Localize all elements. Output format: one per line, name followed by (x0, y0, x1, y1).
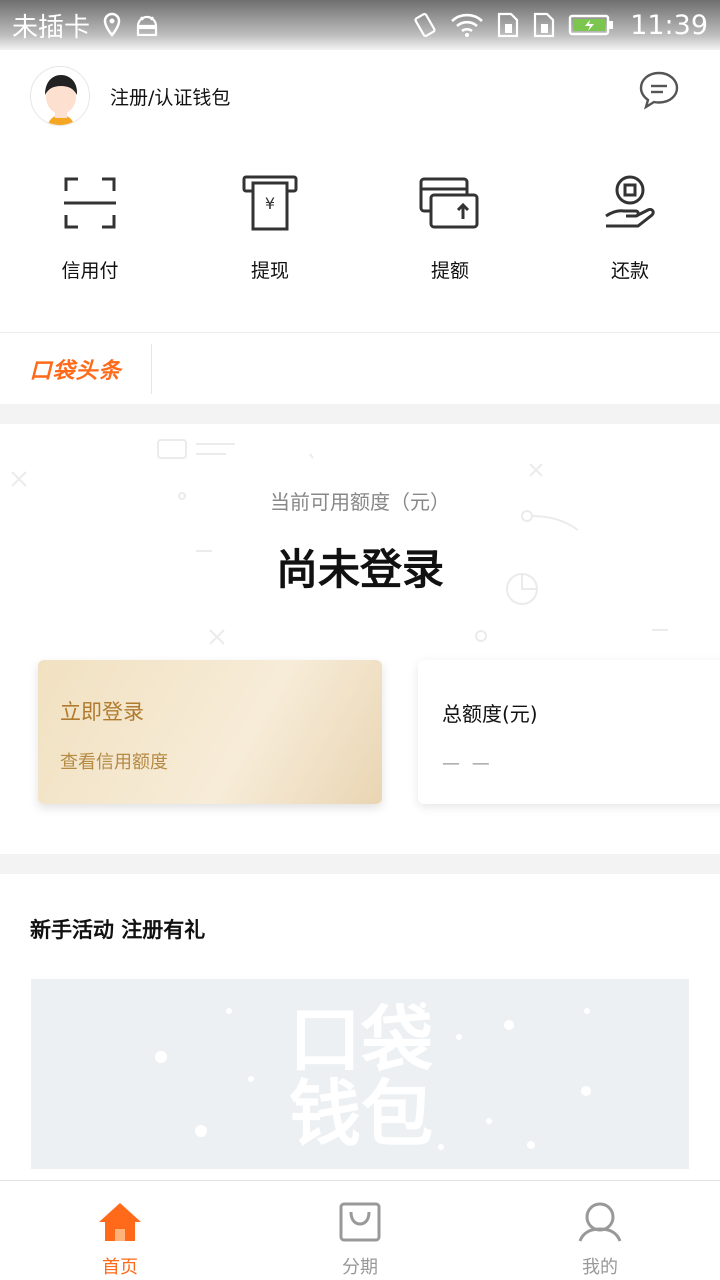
activity-banner[interactable]: 口袋 钱包 (31, 979, 689, 1169)
tab-mine[interactable]: 我的 (480, 1181, 720, 1280)
available-credit-value: 尚未登录 (275, 545, 444, 594)
news-logo: 口袋头条 (0, 343, 152, 394)
login-card[interactable]: 立即登录 查看信用额度 (38, 660, 382, 804)
shopping-bag-icon (338, 1201, 382, 1247)
repay-coin-hand-icon (602, 172, 658, 234)
quick-actions: 信用付 ¥ 提现 提额 还款 (0, 172, 720, 312)
login-subtitle: 查看信用额度 (60, 752, 168, 773)
activity-section: 新手活动 注册有礼 口袋 钱包 (0, 874, 720, 1180)
action-credit-pay[interactable]: 信用付 (0, 172, 180, 312)
scan-icon (62, 172, 118, 234)
total-credit-card[interactable]: 总额度(元) — — (418, 660, 720, 804)
message-icon[interactable] (638, 70, 680, 114)
svg-text:¥: ¥ (265, 194, 275, 213)
banner-watermark-line1: 口袋 (289, 998, 433, 1082)
action-withdraw[interactable]: ¥ 提现 (180, 172, 360, 312)
raise-limit-card-icon (419, 172, 481, 234)
tab-home[interactable]: 首页 (0, 1181, 240, 1280)
activity-title: 新手活动 注册有礼 (30, 918, 206, 942)
action-label: 信用付 (61, 260, 119, 282)
android-icon (134, 12, 160, 38)
action-label: 提现 (250, 260, 289, 282)
tab-label: 我的 (582, 1257, 618, 1278)
section-divider (0, 854, 720, 874)
register-wallet-link[interactable]: 注册/认证钱包 (110, 83, 230, 110)
bottom-tab-bar: 首页 分期 我的 (0, 1180, 720, 1280)
available-credit-label: 当前可用额度（元） (270, 490, 450, 514)
action-repay[interactable]: 还款 (540, 172, 720, 312)
action-raise-limit[interactable]: 提额 (360, 172, 540, 312)
total-credit-title: 总额度(元) (442, 702, 538, 726)
sim-card-2-icon (532, 12, 556, 38)
news-bar[interactable]: 口袋头条 (0, 332, 720, 404)
tab-label: 分期 (342, 1257, 378, 1278)
carrier-label: 未插卡 (12, 12, 91, 43)
home-icon (97, 1201, 143, 1247)
sim-card-1-icon (496, 12, 520, 38)
banner-watermark: 口袋 钱包 (155, 998, 591, 1156)
credit-section: 当前可用额度（元） 尚未登录 立即登录 查看信用额度 总额度(元) — — (0, 424, 720, 854)
tab-label: 首页 (102, 1257, 138, 1278)
user-icon (578, 1201, 622, 1247)
atm-cash-icon: ¥ (242, 172, 298, 234)
login-title: 立即登录 (60, 700, 144, 724)
action-label: 还款 (610, 260, 649, 282)
avatar[interactable] (30, 66, 90, 126)
section-divider (0, 404, 720, 424)
battery-charging-icon (568, 13, 614, 37)
vibrate-icon (412, 11, 438, 39)
banner-watermark-line2: 钱包 (289, 1072, 433, 1156)
clock: 11:39 (630, 9, 708, 41)
app-header: 注册/认证钱包 (0, 50, 720, 142)
status-bar: 未插卡 11:39 (0, 0, 720, 50)
tab-installment[interactable]: 分期 (240, 1181, 480, 1280)
total-credit-value: — — (442, 753, 493, 774)
action-label: 提额 (430, 260, 469, 282)
location-icon (102, 12, 122, 38)
wifi-icon (450, 12, 484, 38)
